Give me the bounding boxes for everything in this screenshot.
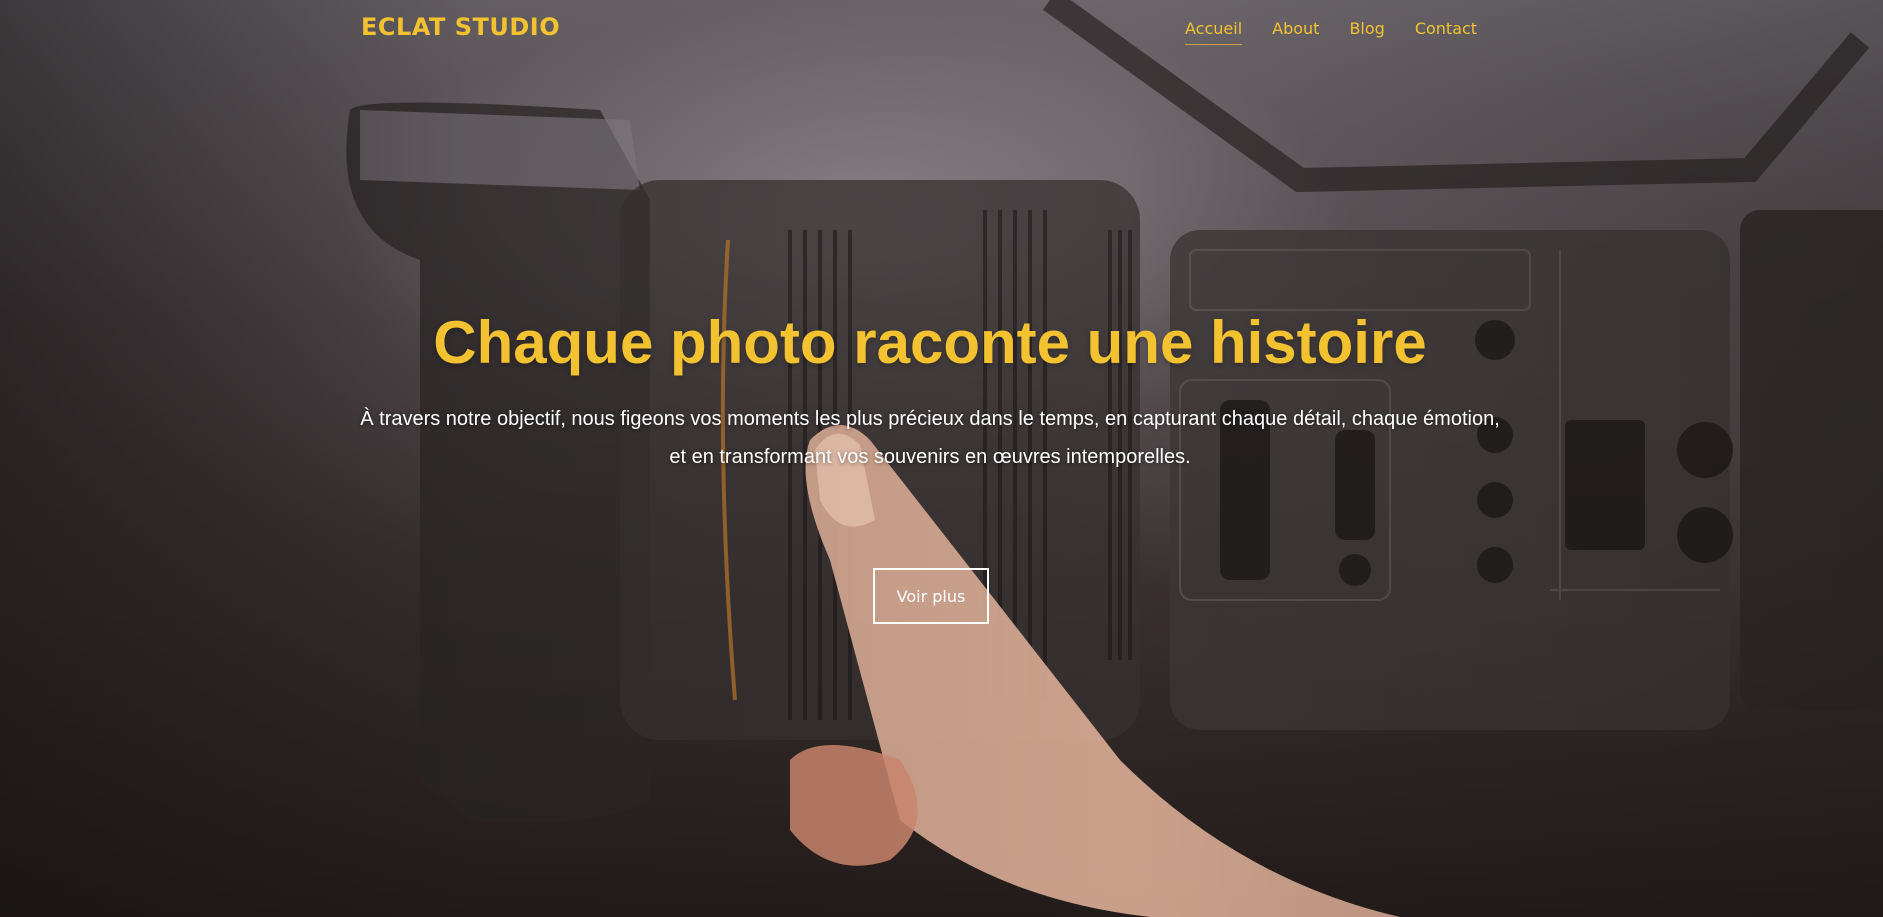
nav-item-accueil[interactable]: Accueil — [1185, 19, 1243, 45]
nav-item-contact[interactable]: Contact — [1415, 19, 1477, 45]
navbar: ECLAT STUDIO Accueil About Blog Contact — [0, 0, 1883, 58]
hero-title: Chaque photo raconte une histoire — [433, 309, 1427, 376]
hero-description: À travers notre objectif, nous figeons v… — [360, 408, 1500, 468]
nav-item-about[interactable]: About — [1272, 19, 1319, 45]
nav-item-blog[interactable]: Blog — [1349, 19, 1384, 45]
hero-section: ECLAT STUDIO Accueil About Blog Contact … — [0, 0, 1883, 917]
brand-logo[interactable]: ECLAT STUDIO — [361, 13, 560, 41]
nav-links: Accueil About Blog Contact — [1185, 19, 1507, 45]
voir-plus-button[interactable]: Voir plus — [873, 568, 989, 624]
